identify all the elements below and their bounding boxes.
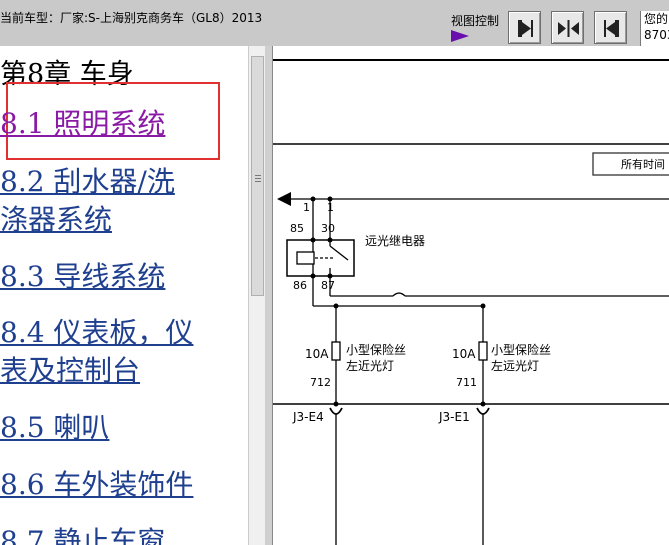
- timer-label: 所有时间: [621, 157, 665, 171]
- grip-line: [255, 175, 261, 176]
- user-info: 您的 8703: [640, 11, 669, 47]
- fuse-right-name: 小型保险丝: [491, 342, 551, 357]
- connector-left: J3-E4: [292, 410, 324, 424]
- pin-top-1: 1: [303, 201, 310, 214]
- grip-line: [255, 181, 261, 182]
- fuse-right-rating: 10A: [452, 347, 476, 361]
- toc-item-horn[interactable]: 8.5 喇叭: [0, 408, 109, 448]
- toc-panel: 第8章 车身 8.1 照明系统 8.2 刮水器/洗 涤器系统 8.3 导线系统 …: [0, 46, 248, 545]
- fuse-left-desc: 左近光灯: [346, 358, 394, 373]
- toc-item-instrument-line1[interactable]: 8.4 仪表板，仪: [0, 313, 193, 353]
- fuse-left-circuit: 712: [310, 376, 331, 389]
- bus-arrow-icon: [277, 192, 291, 206]
- wiring-diagram: 所有时间 1 1 85 30 远光继电器 86 87 10A 小型保险丝 左近光…: [273, 46, 669, 545]
- toc-item-stationary-window[interactable]: 8.7 静止车窗: [0, 522, 165, 545]
- grip-line: [255, 178, 261, 179]
- pin-86: 86: [293, 279, 307, 292]
- toc-item-exterior-trim[interactable]: 8.6 车外装饰件: [0, 465, 193, 505]
- expand-right-button[interactable]: [508, 11, 541, 44]
- fuse-right-desc: 左远光灯: [491, 358, 539, 373]
- toc-item-wiper-line1[interactable]: 8.2 刮水器/洗: [0, 162, 175, 202]
- arrow-left-bar-icon: [604, 20, 619, 37]
- scrollbar-thumb[interactable]: [251, 56, 264, 296]
- split-arrows-icon: [558, 20, 579, 37]
- toc-item-wiring[interactable]: 8.3 导线系统: [0, 257, 165, 297]
- view-control-label: 视图控制: [451, 14, 500, 28]
- pin-85: 85: [290, 222, 304, 235]
- pin-87: 87: [321, 279, 335, 292]
- toc-item-lighting[interactable]: 8.1 照明系统: [0, 104, 165, 144]
- pin-30: 30: [321, 222, 335, 235]
- toc-item-wiper-line2[interactable]: 涤器系统: [0, 200, 112, 240]
- expand-left-button[interactable]: [594, 11, 627, 44]
- user-info-line1: 您的: [644, 12, 669, 26]
- connector-right: J3-E1: [438, 410, 470, 424]
- fuse-left-rating: 10A: [305, 347, 329, 361]
- fuse-left-name: 小型保险丝: [346, 342, 406, 357]
- user-info-line2: 8703: [644, 28, 669, 42]
- view-control-arrow-icon[interactable]: [451, 30, 469, 42]
- vehicle-info: 当前车型：厂家:S-上海别克商务车（GL8）2013: [0, 11, 263, 25]
- wiring-diagram-canvas: 所有时间 1 1 85 30 远光继电器 86 87 10A 小型保险丝 左近光…: [273, 59, 669, 545]
- split-view-button[interactable]: [551, 11, 584, 44]
- top-bar: 当前车型：厂家:S-上海别克商务车（GL8）2013 视图控制 您的 8703: [0, 0, 669, 47]
- relay-label: 远光继电器: [365, 234, 425, 248]
- toc-scrollbar[interactable]: [248, 46, 265, 545]
- panel-splitter[interactable]: [265, 46, 273, 545]
- arrow-right-bar-icon: [518, 20, 533, 37]
- toc-item-instrument-line2[interactable]: 表及控制台: [0, 351, 140, 391]
- fuse-right-circuit: 711: [456, 376, 477, 389]
- pin-top-2: 1: [327, 201, 334, 214]
